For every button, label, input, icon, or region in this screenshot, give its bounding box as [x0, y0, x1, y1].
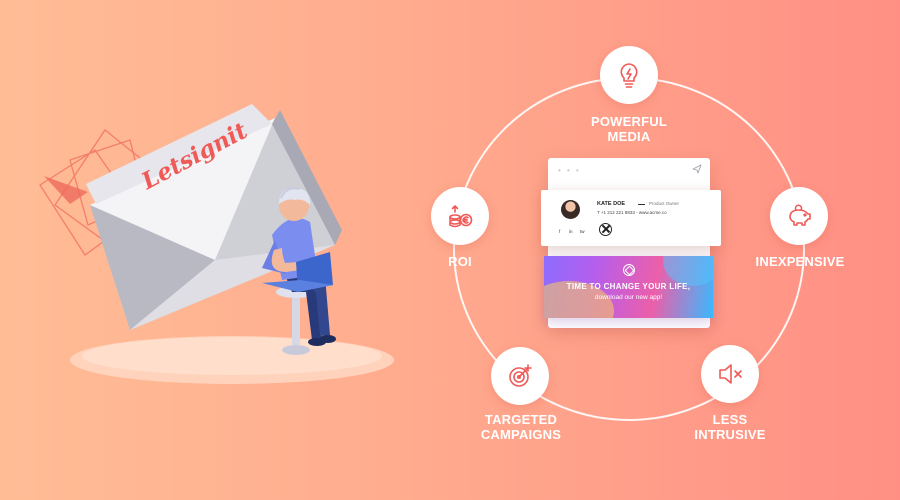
linkedin-icon[interactable]: in — [569, 229, 573, 234]
coins-euro-icon — [431, 187, 489, 245]
facebook-icon[interactable]: f — [559, 229, 560, 234]
target-dart-icon — [491, 347, 549, 405]
avatar — [561, 200, 580, 219]
signature-role: Product Owner — [649, 201, 680, 206]
signature-banner[interactable]: TIME TO CHANGE YOUR LIFE, download our n… — [544, 256, 713, 318]
benefit-label-powerful-media: Powerful Media — [591, 114, 667, 144]
signature-name: KATE DOE — [597, 201, 626, 207]
banner-logo-icon — [623, 264, 635, 276]
muted-speaker-icon — [701, 345, 759, 403]
banner-title: TIME TO CHANGE YOUR LIFE, — [566, 282, 691, 291]
benefit-label-roi: ROI — [448, 254, 472, 269]
benefit-label-less-intrusive: Less Intrusive — [694, 412, 766, 442]
piggy-bank-icon — [770, 187, 828, 245]
email-signature-card: KATE DOE Product Owner T +1 212 221 8833… — [541, 190, 721, 246]
banner-subtitle: download our new app! — [594, 294, 663, 301]
benefit-label-inexpensive: Inexpensive — [755, 254, 845, 269]
benefits-cycle: Powerful Media Inexpensive Less Intrusiv… — [0, 0, 900, 500]
company-logo-icon — [599, 223, 612, 236]
twitter-icon[interactable]: tw — [580, 229, 585, 234]
signature-contact: T +1 212 221 8833 - www.acme.co — [597, 210, 667, 215]
benefit-label-targeted-campaigns: Targeted Campaigns — [480, 412, 562, 442]
signature-divider — [638, 204, 645, 205]
window-dots: • • • — [558, 166, 581, 175]
lightbulb-icon — [600, 46, 658, 104]
send-icon — [692, 164, 702, 174]
